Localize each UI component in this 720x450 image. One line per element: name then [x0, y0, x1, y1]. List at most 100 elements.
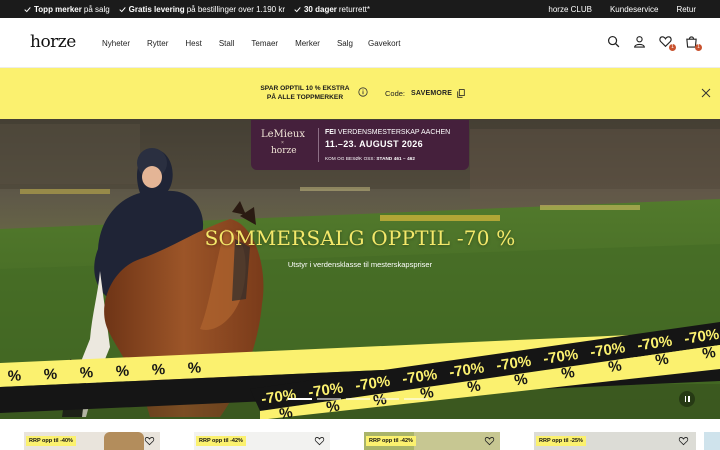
nav-item-stall[interactable]: Stall: [219, 39, 235, 48]
heart-icon[interactable]: [678, 436, 689, 446]
tape-percent: %: [372, 391, 388, 410]
usp-text: på salg: [83, 4, 110, 14]
sponsor-visit-label: KOM OG BESØK OSS:: [325, 156, 375, 161]
sponsor-event-name: VERDENSMESTERSKAP AACHEN: [337, 129, 451, 136]
product-card[interactable]: RRP opp til -42%: [364, 432, 500, 450]
heart-icon[interactable]: 1: [659, 35, 676, 51]
hero-title: SOMMERSALG OPPTIL -70 %: [204, 226, 516, 250]
promo-line1: SPAR OPPTIL 10 % EKSTRA: [260, 85, 350, 92]
return-link[interactable]: Retur: [676, 5, 696, 14]
carousel-dot[interactable]: [317, 398, 341, 400]
nav-item-rytter[interactable]: Rytter: [147, 39, 168, 48]
discount-badge: RRP opp til -40%: [26, 436, 76, 446]
nav-item-nyheter[interactable]: Nyheter: [102, 39, 130, 48]
nav-item-hest[interactable]: Hest: [185, 39, 201, 48]
heart-icon[interactable]: [144, 436, 155, 446]
lemieux-logo: LeMieux: [261, 129, 305, 140]
tape-percent: %: [560, 364, 576, 383]
check-icon: [119, 6, 126, 12]
carousel-dot[interactable]: [346, 398, 370, 400]
search-icon[interactable]: [607, 35, 620, 48]
horze-club-link[interactable]: horze CLUB: [548, 5, 592, 14]
wishlist-count-badge: 1: [669, 44, 676, 51]
header-icons: 1 1: [607, 35, 702, 51]
pause-icon: [688, 396, 690, 402]
top-links: horze CLUB Kundeservice Retur: [548, 0, 696, 18]
check-icon: [24, 6, 31, 12]
product-card[interactable]: RRP opp til -42%: [194, 432, 330, 450]
tape-label: -70%: [401, 366, 438, 388]
nav-item-salg[interactable]: Salg: [337, 39, 353, 48]
carousel-dot[interactable]: [288, 398, 312, 400]
usp-bold: 30 dager: [303, 4, 337, 14]
discount-badge: RRP opp til -42%: [196, 436, 246, 446]
tape-percent: %: [43, 366, 57, 384]
user-icon[interactable]: [633, 35, 646, 48]
tape-percent: %: [115, 363, 129, 381]
horze-partner-logo: horze: [271, 146, 297, 156]
discount-badge: RRP opp til -42%: [366, 436, 416, 446]
usp-bold: Topp merker: [34, 4, 82, 14]
tape-label: -70%: [448, 359, 485, 381]
tape-percent: %: [513, 371, 529, 390]
product-card[interactable]: [704, 432, 720, 450]
sponsor-event: FEI VERDENSMESTERSKAP AACHEN: [325, 129, 450, 136]
product-strip: RRP opp til -40% RRP opp til -42% RRP op…: [0, 426, 720, 450]
hero-subtitle: Utstyr i verdensklasse til mesterskapspr…: [287, 260, 433, 269]
pause-button[interactable]: [679, 391, 695, 407]
promo-line2: PÅ ALLE TOPPMERKER: [266, 94, 344, 101]
sponsor-divider: [318, 128, 319, 162]
tape-label: -70%: [495, 353, 532, 375]
heart-icon[interactable]: [314, 436, 325, 446]
carousel-dot[interactable]: [375, 398, 399, 400]
nav-item-temaer[interactable]: Temaer: [251, 39, 278, 48]
sponsor-dates: 11.–23. AUGUST 2026: [325, 139, 423, 149]
heart-icon[interactable]: [484, 436, 495, 446]
usp-item: Topp merker på salg: [24, 5, 110, 14]
product-card[interactable]: RRP opp til -40%: [24, 432, 160, 450]
product-card[interactable]: RRP opp til -25%: [534, 432, 696, 450]
check-icon: [294, 6, 301, 12]
bag-icon[interactable]: 1: [685, 35, 702, 51]
sponsor-stand: STAND 461 – 462: [376, 156, 416, 161]
promo-text: SPAR OPPTIL 10 % EKSTRA PÅ ALLE TOPPMERK…: [246, 84, 364, 102]
tape-percent: %: [419, 384, 435, 403]
carousel-dots: [288, 398, 428, 400]
sponsor-event-bold: FEI: [325, 129, 336, 136]
usp-text: på bestillinger over 1.190 kr: [186, 4, 285, 14]
sponsor-visit: KOM OG BESØK OSS: STAND 461 – 462: [325, 156, 415, 161]
tape-percent: %: [79, 364, 93, 382]
tape-percent: %: [7, 367, 21, 385]
tape-label: -70%: [589, 339, 626, 361]
tape-percent: %: [607, 357, 623, 376]
info-icon[interactable]: [358, 87, 368, 97]
sponsor-banner[interactable]: LeMieux × horze FEI VERDENSMESTERSKAP AAC…: [251, 120, 469, 170]
close-icon[interactable]: [701, 88, 711, 98]
promo-code-value[interactable]: SAVEMORE: [411, 90, 452, 97]
tape-percent: %: [466, 377, 482, 396]
tape-percent: %: [325, 398, 341, 417]
tape-label: -70%: [636, 333, 673, 355]
tape-percent: %: [187, 359, 201, 377]
usp-item: 30 dager returrett*: [294, 5, 370, 14]
logo[interactable]: horze: [30, 32, 76, 52]
usp-text: returrett*: [338, 4, 371, 14]
tape-percent: %: [151, 361, 165, 379]
hero-banner[interactable]: -70% -70% -70% -70% -70% -70% -70% -70% -70% -70%…: [0, 119, 720, 419]
copy-icon[interactable]: [457, 89, 465, 98]
cart-count-badge: 1: [695, 44, 702, 51]
tape-percent: %: [278, 404, 294, 419]
main-nav: Nyheter Rytter Hest Stall Temaer Merker …: [102, 18, 400, 68]
promo-code-label: Code:: [385, 89, 406, 98]
customer-service-link[interactable]: Kundeservice: [610, 5, 658, 14]
nav-item-gavekort[interactable]: Gavekort: [368, 39, 400, 48]
site-header: horze Nyheter Rytter Hest Stall Temaer M…: [0, 18, 720, 68]
tape-label: -70%: [542, 346, 579, 368]
tape-percent: %: [701, 344, 717, 363]
pause-icon: [684, 396, 686, 402]
tape-percent: %: [654, 351, 670, 370]
carousel-dot[interactable]: [404, 398, 428, 400]
nav-item-merker[interactable]: Merker: [295, 39, 320, 48]
tape-label: -70%: [683, 326, 720, 348]
usp-bold: Gratis levering: [128, 4, 185, 14]
